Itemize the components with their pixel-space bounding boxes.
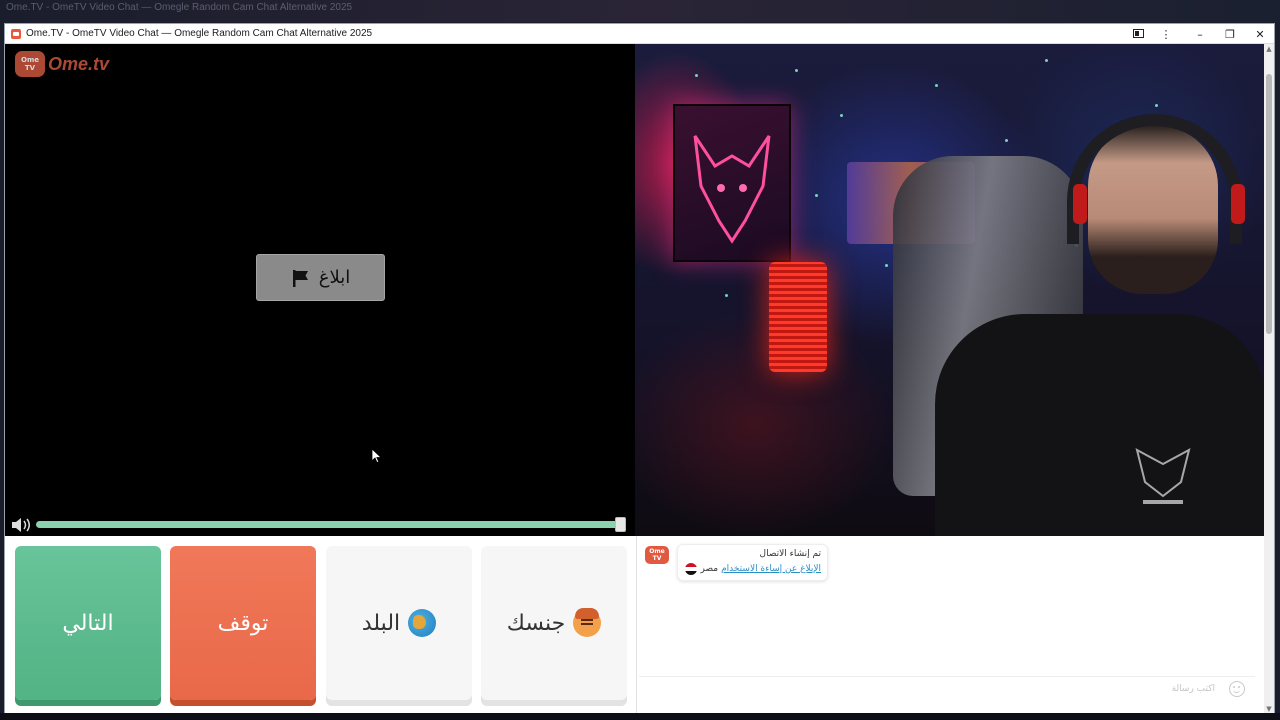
scroll-up-icon[interactable]: ▲: [1264, 44, 1274, 54]
headphones: [1067, 114, 1242, 244]
ometv-logo[interactable]: Ome TV Ome.tv: [15, 51, 109, 77]
flag-icon: [292, 269, 308, 287]
boy-face-icon: [573, 608, 602, 637]
logo-wordmark: Ome.tv: [48, 53, 110, 74]
ometv-avatar: Ome TV: [645, 546, 669, 564]
country-name: مصر: [700, 564, 719, 574]
egypt-flag-icon: [685, 563, 698, 575]
local-camera-feed: [635, 44, 1266, 536]
report-button[interactable]: ابلاغ: [256, 254, 385, 301]
volume-slider-track[interactable]: [36, 521, 620, 528]
shirt-logo: [1135, 448, 1191, 504]
title-bar: Ome.TV - OmeTV Video Chat — Omegle Rando…: [5, 24, 1274, 44]
minimize-icon[interactable]: –: [1185, 24, 1215, 44]
gender-button[interactable]: جنسك: [481, 546, 627, 700]
window-title: Ome.TV - OmeTV Video Chat — Omegle Rando…: [26, 28, 373, 39]
stop-label: توقف: [217, 610, 269, 636]
country-label: البلد: [361, 610, 401, 636]
mouse-cursor-icon: [372, 449, 382, 463]
scrollbar-thumb[interactable]: [1266, 74, 1272, 334]
remote-video-pane: Ome TV Ome.tv ابلاغ: [5, 44, 635, 536]
ometv-favicon-icon: [11, 28, 21, 39]
page-content: Ome TV Ome.tv ابلاغ التالي توقف البلد جن…: [5, 44, 1266, 714]
volume-icon[interactable]: [11, 517, 33, 533]
wolf-poster: [673, 104, 791, 262]
cast-icon[interactable]: [1123, 24, 1153, 44]
emoji-icon[interactable]: [1229, 681, 1245, 697]
person-body: [935, 314, 1266, 536]
background-window-title: Ome.TV - OmeTV Video Chat — Omegle Rando…: [6, 2, 353, 13]
gender-label: جنسك: [506, 610, 566, 636]
volume-slider-handle[interactable]: [615, 517, 626, 532]
chat-controls: التالي توقف البلد جنسك: [5, 536, 635, 714]
message-input[interactable]: [645, 678, 1215, 699]
logo-badge: Ome TV: [15, 51, 45, 77]
chat-panel: Ome TV تم إنشاء الاتصال الإبلاغ عن إساءة…: [636, 536, 1256, 714]
red-lamp: [769, 262, 827, 372]
page-scrollbar[interactable]: ▲ ▼: [1264, 44, 1274, 714]
system-message: تم إنشاء الاتصال الإبلاغ عن إساءة الاستخ…: [677, 544, 828, 581]
message-meta: الإبلاغ عن إساءة الاستخدام مصر: [684, 563, 821, 575]
globe-icon: [408, 609, 437, 637]
restore-icon[interactable]: ❐: [1215, 24, 1245, 44]
message-input-bar: [639, 676, 1255, 700]
more-icon[interactable]: ⋮: [1151, 24, 1181, 44]
desktop-background: Ome.TV - OmeTV Video Chat — Omegle Rando…: [0, 0, 1280, 22]
headphone-left-cup: [1073, 184, 1087, 224]
browser-window: Ome.TV - OmeTV Video Chat — Omegle Rando…: [4, 23, 1275, 714]
connection-status: تم إنشاء الاتصال: [759, 549, 821, 559]
next-button[interactable]: التالي: [15, 546, 161, 700]
report-abuse-link[interactable]: الإبلاغ عن إساءة الاستخدام: [721, 564, 821, 574]
stop-button[interactable]: توقف: [170, 546, 316, 700]
next-label: التالي: [62, 610, 114, 636]
volume-control: [5, 514, 635, 536]
taskbar-edge: [0, 713, 1280, 720]
close-icon[interactable]: ✕: [1245, 24, 1275, 44]
headphone-right-cup: [1231, 184, 1245, 224]
report-label: ابلاغ: [318, 267, 351, 288]
country-button[interactable]: البلد: [326, 546, 472, 700]
